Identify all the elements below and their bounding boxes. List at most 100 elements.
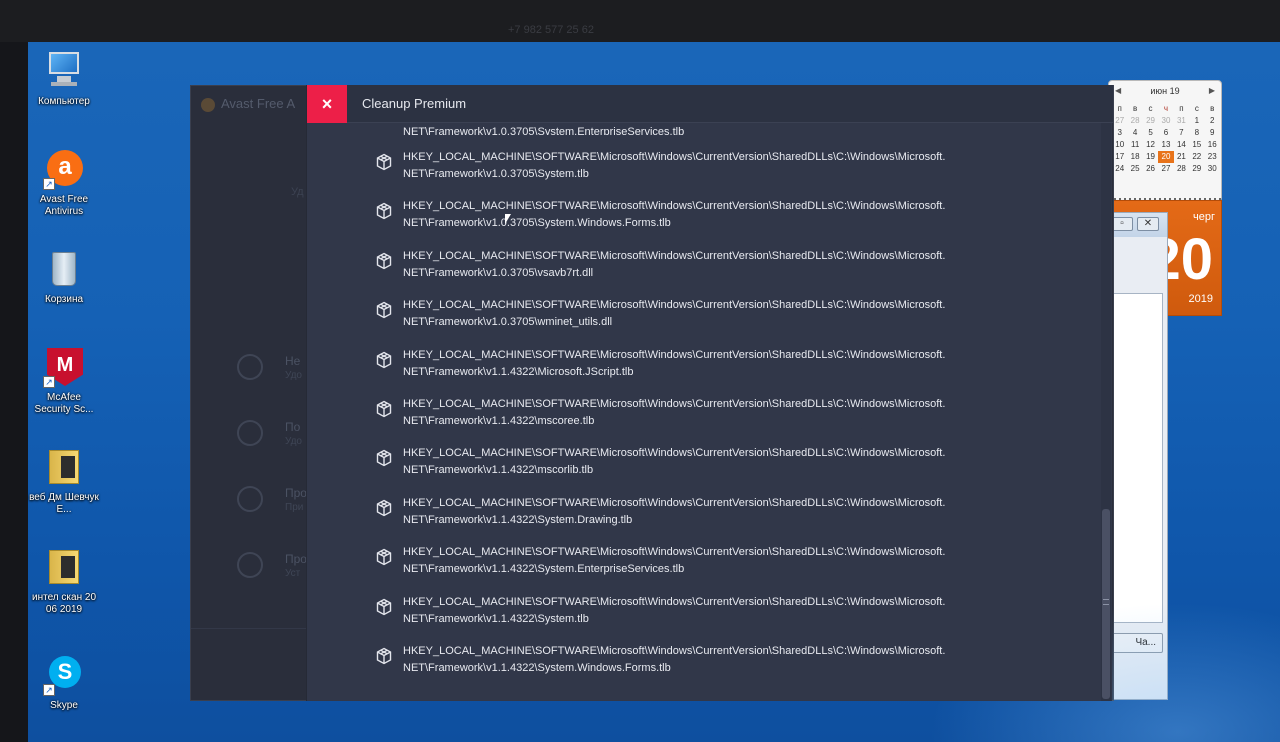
top-bar: +7 982 577 25 62 (0, 0, 1280, 42)
calendar-day: 3 (1117, 128, 1122, 137)
desktop-icon-avast[interactable]: a ↗ Avast Free Antivirus (28, 148, 100, 218)
registry-entry-partial: NET\Framework\v1.0.3705\System.Enterpris… (403, 126, 685, 135)
avast-window-title: Avast Free A (201, 96, 295, 112)
calendar-day: 5 (1148, 128, 1153, 137)
registry-entry-key: HKEY_LOCAL_MACHINE\SOFTWARE\Microsoft\Wi… (403, 200, 946, 213)
registry-cube-icon (375, 202, 393, 220)
desktop-icon-folder-intel[interactable]: интел скан 20 06 2019 (28, 546, 100, 616)
avast-icon: a ↗ (43, 148, 85, 190)
calendar-grid: п в с ч п с в 27 28 29 30 31 1 2 3 4 5 6… (1112, 103, 1220, 175)
folder-icon (43, 546, 85, 588)
scrollbar-thumb[interactable] (1102, 509, 1110, 699)
calendar-weekday: п (1179, 104, 1184, 113)
calendar-gadget[interactable]: ◀ июн 19 ▶ п в с ч п с в 27 28 29 30 31 … (1108, 80, 1223, 206)
calendar-day: 23 (1207, 152, 1217, 161)
recycle-bin-icon (43, 248, 85, 290)
avast-ghost-text: Уд (291, 186, 304, 198)
calendar-day: 18 (1130, 152, 1140, 161)
registry-entry[interactable]: HKEY_LOCAL_MACHINE\SOFTWARE\Microsoft\Wi… (307, 347, 1099, 391)
desktop-icon-label: McAfee Security Sc... (34, 392, 94, 415)
registry-cube-icon (375, 499, 393, 517)
registry-entry[interactable]: HKEY_LOCAL_MACHINE\SOFTWARE\Microsoft\Wi… (307, 544, 1099, 588)
close-button[interactable]: × (307, 85, 347, 123)
registry-entry[interactable]: HKEY_LOCAL_MACHINE\SOFTWARE\Microsoft\Wi… (307, 643, 1099, 687)
avast-side-item-sub: Уст (285, 568, 301, 579)
cleanup-title: Cleanup Premium (362, 96, 467, 111)
calendar-day: 14 (1176, 140, 1186, 149)
registry-entry[interactable]: HKEY_LOCAL_MACHINE\SOFTWARE\Microsoft\Wi… (307, 297, 1099, 341)
registry-entry-path: NET\Framework\v1.1.4322\System.tlb (403, 612, 589, 625)
registry-entry[interactable]: HKEY_LOCAL_MACHINE\SOFTWARE\Microsoft\Wi… (307, 594, 1099, 638)
calendar-page-weekday: черг (1193, 211, 1215, 223)
calendar-day: 29 (1192, 164, 1202, 173)
desktop-icon-mcafee[interactable]: M ↗ McAfee Security Sc... (28, 346, 100, 416)
desktop-icon-label: интел скан 20 06 2019 (32, 592, 96, 615)
calendar-day: 28 (1176, 164, 1186, 173)
calendar-week-row: 27 28 29 30 31 1 2 (1112, 115, 1220, 127)
desktop-icon-column: Компьютер a ↗ Avast Free Antivirus Корзи… (28, 42, 100, 742)
avast-side-item-sub: Удо (285, 436, 302, 447)
calendar-day: 27 (1161, 164, 1171, 173)
calendar-day: 8 (1194, 128, 1200, 137)
trash-icon (237, 354, 263, 380)
calendar-weekday: п (1117, 104, 1122, 113)
registry-cube-icon (375, 548, 393, 566)
desktop-icon-recycle-bin[interactable]: Корзина (28, 248, 100, 306)
calendar-weekday: в (1133, 104, 1138, 113)
calendar-day: 10 (1115, 140, 1125, 149)
registry-entry-key: HKEY_LOCAL_MACHINE\SOFTWARE\Microsoft\Wi… (403, 348, 946, 361)
calendar-prev-icon[interactable]: ◀ (1115, 86, 1121, 95)
mcafee-icon: M ↗ (43, 346, 85, 388)
calendar-day: 13 (1161, 140, 1171, 149)
avast-side-item-title: Не (285, 354, 301, 368)
avast-side-item-sub: При (285, 502, 304, 513)
calendar-day: 26 (1146, 164, 1155, 173)
calendar-day: 30 (1161, 116, 1171, 125)
registry-entry-key: HKEY_LOCAL_MACHINE\SOFTWARE\Microsoft\Wi… (403, 546, 946, 559)
calendar-week-row: 10 11 12 13 14 15 16 (1112, 139, 1220, 151)
cube-icon (237, 420, 263, 446)
desktop-icon-folder-web[interactable]: веб Дм Шевчук Е... (28, 446, 100, 516)
avast-side-item-title: Про (285, 552, 307, 566)
registry-entry-key: HKEY_LOCAL_MACHINE\SOFTWARE\Microsoft\Wi… (403, 496, 946, 509)
registry-entry-key: HKEY_LOCAL_MACHINE\SOFTWARE\Microsoft\Wi… (403, 151, 946, 163)
restore-button[interactable]: ▫ (1111, 217, 1133, 231)
registry-cube-icon (375, 449, 393, 467)
calendar-weekday-row: п в с ч п с в (1112, 103, 1220, 115)
registry-entry[interactable]: HKEY_LOCAL_MACHINE\SOFTWARE\Microsoft\Wi… (307, 445, 1099, 489)
registry-entry[interactable]: HKEY_LOCAL_MACHINE\SOFTWARE\Microsoft\Wi… (307, 198, 1099, 242)
calendar-weekday: ч (1163, 104, 1169, 113)
calendar-day: 29 (1146, 116, 1155, 125)
avast-side-item-sub: Удо (285, 370, 302, 381)
registry-cube-icon (375, 351, 393, 369)
calendar-week-row: 24 25 26 27 28 29 30 (1112, 163, 1220, 175)
calendar-header: ◀ июн 19 ▶ (1109, 81, 1221, 96)
calendar-month: июн 19 (1150, 86, 1180, 96)
calendar-day: 15 (1192, 140, 1202, 149)
skype-icon: S ↗ (43, 654, 85, 696)
left-strip (0, 42, 28, 742)
calendar-page-year: 2019 (1188, 293, 1213, 305)
desktop-icon-label: веб Дм Шевчук Е... (29, 492, 99, 515)
calendar-day: 17 (1115, 152, 1125, 161)
desktop-icon-skype[interactable]: S ↗ Skype (28, 654, 100, 712)
calendar-day: 16 (1207, 140, 1217, 149)
desktop-icon-label: Skype (50, 700, 78, 711)
registry-entry[interactable]: HKEY_LOCAL_MACHINE\SOFTWARE\Microsoft\Wi… (307, 149, 1099, 193)
scrollbar[interactable] (1101, 123, 1111, 701)
shortcut-arrow-icon: ↗ (43, 178, 55, 190)
registry-entry-path: NET\Framework\v1.1.4322\Microsoft.JScrip… (403, 365, 634, 378)
mouse-cursor-icon (505, 214, 511, 224)
registry-entry[interactable]: HKEY_LOCAL_MACHINE\SOFTWARE\Microsoft\Wi… (307, 248, 1099, 292)
close-window-button[interactable]: ✕ (1137, 217, 1159, 231)
calendar-day: 30 (1207, 164, 1217, 173)
registry-entry[interactable]: HKEY_LOCAL_MACHINE\SOFTWARE\Microsoft\Wi… (307, 396, 1099, 440)
registry-cube-icon (375, 647, 393, 665)
registry-entry[interactable]: HKEY_LOCAL_MACHINE\SOFTWARE\Microsoft\Wi… (307, 495, 1099, 539)
copy-icon (237, 486, 263, 512)
registry-entry-path: NET\Framework\v1.1.4322\mscorlib.tlb (403, 464, 594, 477)
calendar-next-icon[interactable]: ▶ (1209, 86, 1215, 95)
desktop-icon-computer[interactable]: Компьютер (28, 50, 100, 108)
calendar-week-row: 17 18 19 20 21 22 23 (1112, 151, 1220, 163)
registry-entry-list[interactable]: NET\Framework\v1.0.3705\System.Enterpris… (307, 123, 1099, 701)
